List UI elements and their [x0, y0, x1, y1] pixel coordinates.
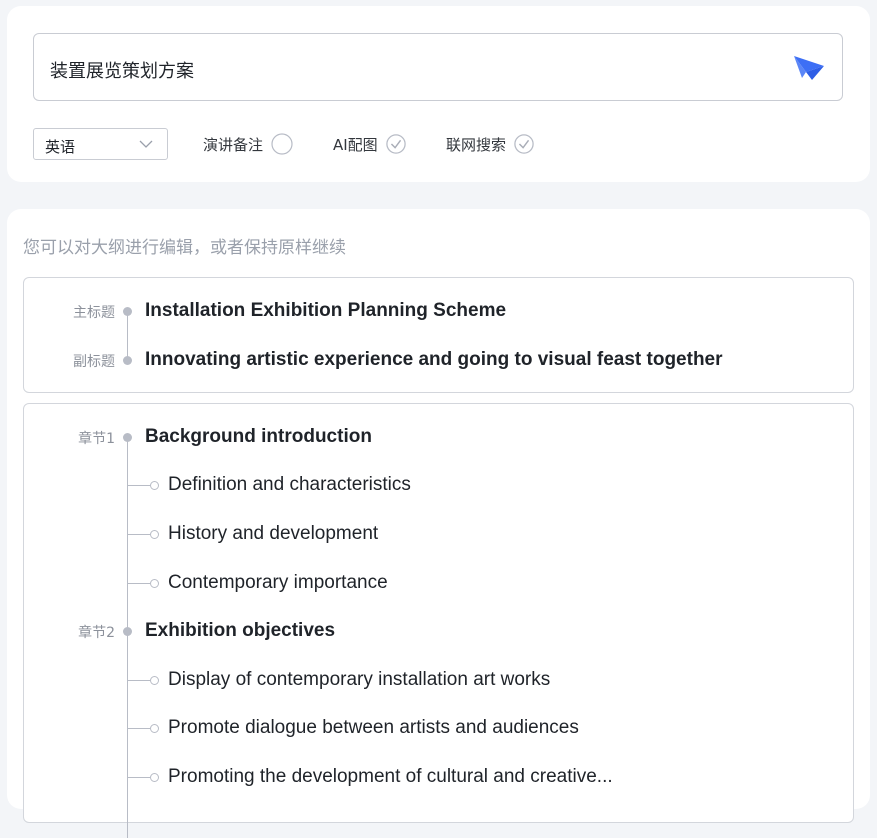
title-row: 主标题 Installation Exhibition Planning Sch… — [24, 299, 853, 323]
chapter-dot — [123, 433, 132, 442]
speaker-notes-label: 演讲备注 — [203, 135, 264, 154]
web-search-label: 联网搜索 — [446, 135, 507, 154]
outline-item: Promoting the development of cultural an… — [24, 765, 853, 789]
outline-item: Definition and characteristics — [24, 473, 853, 497]
title-tag: 主标题 — [73, 305, 115, 321]
input-panel: 装置展览策划方案 英语 演讲备注 AI配图 联网搜索 — [7, 6, 870, 182]
outline-item-text[interactable]: History and development — [168, 523, 378, 545]
topic-input-value[interactable]: 装置展览策划方案 — [50, 57, 194, 83]
bullet-ring — [150, 530, 159, 539]
chapter-tag: 章节2 — [78, 625, 115, 641]
outline-item: Promote dialogue between artists and aud… — [24, 716, 853, 740]
branch-line — [128, 680, 150, 681]
bullet-ring — [150, 676, 159, 685]
chapter-tag: 章节1 — [78, 431, 115, 447]
outline-item: Contemporary importance — [24, 571, 853, 595]
branch-line — [128, 777, 150, 778]
chapter-dot — [123, 627, 132, 636]
branch-line — [128, 583, 150, 584]
subtitle-dot — [123, 356, 132, 365]
check-circle-icon[interactable] — [385, 134, 406, 154]
bullet-ring — [150, 724, 159, 733]
branch-line — [128, 485, 150, 486]
speaker-notes-toggle[interactable]: 演讲备注 — [203, 132, 293, 156]
subtitle-tag: 副标题 — [73, 354, 115, 370]
web-search-toggle[interactable]: 联网搜索 — [446, 132, 534, 156]
outline-hint: 您可以对大纲进行编辑，或者保持原样继续 — [23, 238, 346, 258]
language-select-value: 英语 — [45, 138, 76, 156]
outline-item-text[interactable]: Definition and characteristics — [168, 474, 411, 496]
chevron-down-icon — [139, 140, 153, 148]
bullet-ring — [150, 579, 159, 588]
language-select[interactable]: 英语 — [33, 128, 168, 160]
chapter-title[interactable]: Exhibition objectives — [145, 620, 335, 642]
title-dot — [123, 307, 132, 316]
outline-item-text[interactable]: Promote dialogue between artists and aud… — [168, 717, 579, 739]
chapter-row: 章节2 Exhibition objectives — [24, 619, 853, 643]
chapters-section: 章节1 Background introduction Definition a… — [23, 403, 854, 838]
branch-line — [128, 728, 150, 729]
topic-input[interactable]: 装置展览策划方案 — [33, 33, 843, 101]
ai-images-toggle[interactable]: AI配图 — [333, 132, 406, 156]
branch-line — [128, 534, 150, 535]
outline-item: History and development — [24, 522, 853, 546]
main-title[interactable]: Installation Exhibition Planning Scheme — [145, 300, 506, 322]
chapter-title[interactable]: Background introduction — [145, 426, 372, 448]
outline-item: Display of contemporary installation art… — [24, 668, 853, 692]
outline-item-text[interactable]: Display of contemporary installation art… — [168, 669, 550, 691]
chapter-row: 章节1 Background introduction — [24, 425, 853, 449]
bullet-ring — [150, 481, 159, 490]
outline-item-text[interactable]: Contemporary importance — [168, 572, 388, 594]
outline-panel: 您可以对大纲进行编辑，或者保持原样继续 主标题 Installation Exh… — [7, 209, 870, 838]
outline-item-text[interactable]: Promoting the development of cultural an… — [168, 766, 613, 788]
bullet-ring — [150, 773, 159, 782]
title-section: 主标题 Installation Exhibition Planning Sch… — [23, 277, 854, 393]
check-circle-icon[interactable] — [514, 134, 534, 154]
subtitle[interactable]: Innovating artistic experience and going… — [145, 349, 723, 371]
ai-images-label: AI配图 — [333, 135, 378, 154]
unchecked-circle-icon[interactable] — [271, 133, 293, 155]
send-paper-plane-icon[interactable] — [792, 52, 826, 82]
options-row: 英语 演讲备注 AI配图 联网搜索 — [33, 128, 853, 160]
subtitle-row: 副标题 Innovating artistic experience and g… — [24, 348, 853, 372]
